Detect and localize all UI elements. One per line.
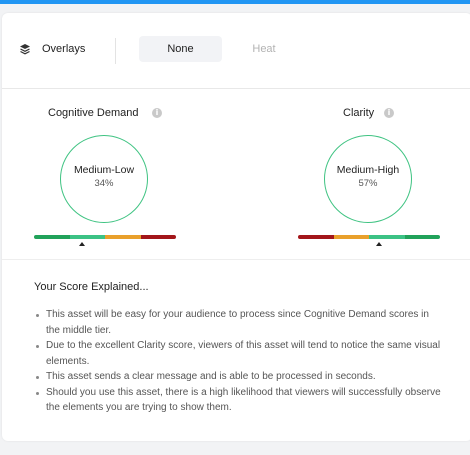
cognitive-demand-marker [79,242,86,246]
info-icon[interactable]: i [384,108,394,118]
clarity-gauge: Medium-High 57% [324,135,412,223]
scale-segment [34,235,70,239]
explanation-item: This asset sends a clear message and is … [36,369,441,385]
explanation-item: This asset will be easy for your audienc… [36,307,441,338]
scale-segment [369,235,405,239]
cognitive-demand-title: Cognitive Demand [48,107,139,119]
scale-segment [298,235,334,239]
overlays-label: Overlays [42,43,86,55]
toolbar-divider [115,38,116,64]
scale-segment [140,235,176,239]
analysis-card: Overlays None Heat Cognitive Demand i Me… [2,13,470,441]
clarity-level: Medium-High [336,164,400,176]
top-accent-bar [0,0,470,4]
explanation-item: Due to the excellent Clarity score, view… [36,338,441,369]
section-divider [2,259,470,260]
overlay-toolbar: Overlays None Heat [2,13,470,89]
clarity-score: 57% [358,178,378,189]
cognitive-demand-level: Medium-Low [73,164,135,176]
scale-segment [404,235,440,239]
overlay-heat-button[interactable]: Heat [224,36,304,62]
cognitive-demand-gauge: Medium-Low 34% [60,135,148,223]
layers-icon [20,44,30,55]
clarity-scale-bar [298,235,440,239]
explanation-title: Your Score Explained... [34,281,149,293]
scale-segment [69,235,105,239]
cognitive-demand-score: 34% [94,178,114,189]
scale-segment [333,235,369,239]
explanation-item: Should you use this asset, there is a hi… [36,385,441,416]
info-icon[interactable]: i [152,108,162,118]
overlay-none-button[interactable]: None [139,36,222,62]
clarity-title: Clarity [343,107,375,119]
explanation-list: This asset will be easy for your audienc… [36,307,441,416]
clarity-marker [375,242,382,246]
scale-segment [105,235,141,239]
cognitive-demand-scale-bar [34,235,176,239]
